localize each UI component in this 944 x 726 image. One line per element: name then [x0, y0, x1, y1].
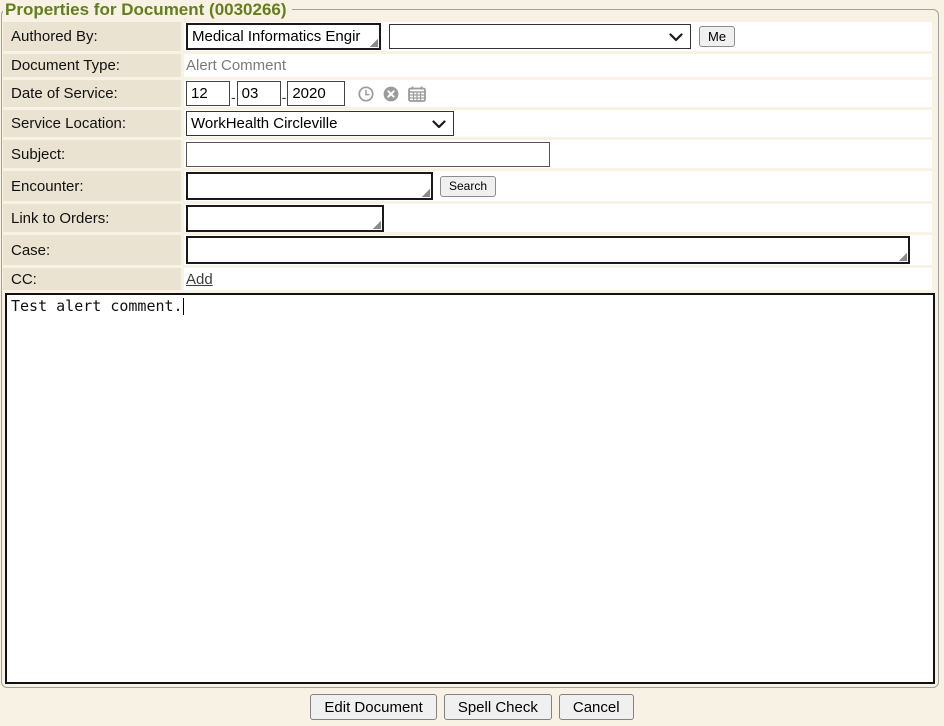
form-row-link-to-orders: Link to Orders: — [3, 204, 932, 232]
edit-document-button[interactable]: Edit Document — [310, 694, 436, 720]
encounter-label: Encounter: — [3, 171, 181, 201]
service-location-select[interactable]: WorkHealth Circleville — [186, 111, 454, 136]
form-row-encounter: Encounter: Search — [3, 171, 932, 201]
form-row-date-of-service: Date of Service: - - — [3, 80, 932, 107]
authored-by-input-wrap — [186, 23, 381, 50]
link-to-orders-input-wrap — [186, 205, 384, 232]
encounter-input[interactable] — [186, 172, 433, 200]
clear-icon[interactable] — [383, 86, 399, 102]
authored-by-input[interactable] — [186, 23, 381, 50]
form-row-document-type: Document Type: Alert Comment — [3, 54, 932, 77]
document-type-label: Document Type: — [3, 54, 181, 77]
document-type-value: Alert Comment — [186, 57, 286, 74]
date-day-input[interactable] — [237, 81, 281, 106]
form-row-authored-by: Authored By: Me — [3, 22, 932, 51]
case-input-wrap — [186, 236, 910, 264]
document-properties-panel: Properties for Document (0030266) Author… — [1, 0, 939, 688]
form-row-cc: CC: Add — [3, 268, 932, 290]
date-month-input[interactable] — [186, 81, 230, 106]
date-of-service-label: Date of Service: — [3, 80, 181, 107]
text-caret — [183, 298, 184, 315]
action-button-row: Edit Document Spell Check Cancel — [0, 694, 944, 720]
page-title: Properties for Document (0030266) — [3, 0, 292, 19]
cancel-button[interactable]: Cancel — [559, 694, 634, 720]
cc-add-link[interactable]: Add — [186, 271, 213, 288]
authored-by-label: Authored By: — [3, 22, 181, 51]
form-row-subject: Subject: — [3, 140, 932, 168]
search-button[interactable]: Search — [440, 176, 496, 197]
me-button[interactable]: Me — [699, 26, 735, 47]
service-location-select-wrap: WorkHealth Circleville — [186, 111, 454, 136]
subject-input[interactable] — [186, 142, 550, 167]
date-separator: - — [282, 87, 287, 107]
case-input[interactable] — [186, 236, 910, 264]
form-row-case: Case: — [3, 235, 932, 265]
link-to-orders-label: Link to Orders: — [3, 204, 181, 232]
authored-by-select[interactable] — [389, 24, 691, 49]
document-body-text: Test alert comment. — [11, 297, 183, 315]
link-to-orders-input[interactable] — [186, 205, 384, 232]
authored-by-select-wrap — [389, 24, 691, 49]
spell-check-button[interactable]: Spell Check — [444, 694, 552, 720]
encounter-input-wrap — [186, 172, 433, 200]
date-separator: - — [231, 87, 236, 107]
form-row-service-location: Service Location: WorkHealth Circleville — [3, 110, 932, 137]
case-label: Case: — [3, 235, 181, 265]
clock-icon[interactable] — [358, 86, 374, 102]
properties-form: Authored By: Me Document Type: — [2, 20, 938, 290]
subject-label: Subject: — [3, 140, 181, 168]
date-year-input[interactable] — [287, 81, 345, 106]
calendar-icon[interactable] — [408, 86, 426, 102]
cc-label: CC: — [3, 268, 181, 290]
service-location-label: Service Location: — [3, 110, 181, 137]
document-body-editor[interactable]: Test alert comment. — [5, 293, 935, 684]
